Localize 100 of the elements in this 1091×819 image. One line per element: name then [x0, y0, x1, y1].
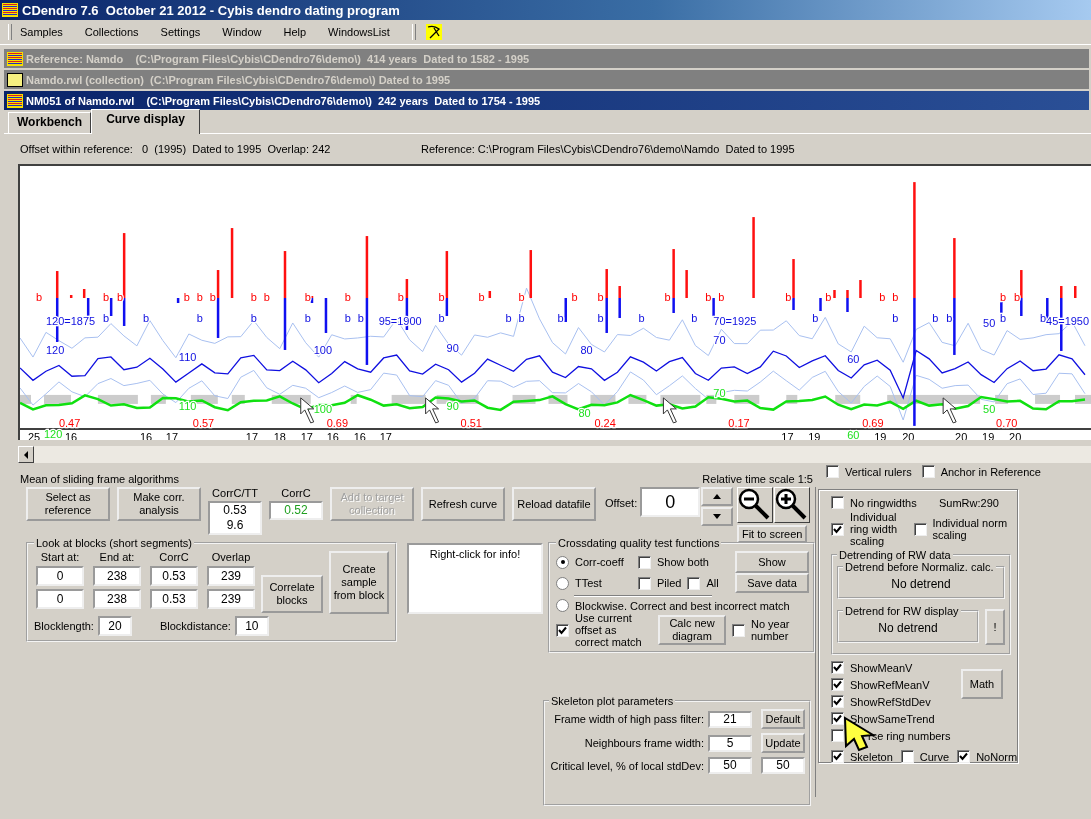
button[interactable]: Calc new diagram: [658, 615, 726, 645]
checkbox[interactable]: [831, 661, 844, 674]
button[interactable]: Save data: [735, 573, 809, 593]
left-arrow-icon: [23, 450, 29, 459]
toolbar-icon[interactable]: [425, 24, 442, 40]
input-field[interactable]: 5: [708, 734, 752, 752]
trend-value: 70: [713, 386, 726, 399]
input-field[interactable]: 0: [36, 589, 84, 609]
skeleton-mark: b: [691, 312, 698, 324]
zoom-out-button[interactable]: [737, 487, 774, 523]
checkbox[interactable]: [831, 695, 844, 708]
field-label: Blocklength:: [34, 620, 94, 632]
input-field[interactable]: 238: [93, 566, 141, 586]
button[interactable]: Math: [961, 669, 1003, 699]
skeleton-bar: [564, 298, 567, 322]
skeleton-bar: [819, 298, 822, 311]
input-field[interactable]: 238: [93, 589, 141, 609]
skeleton-mark: b: [518, 312, 525, 324]
input-field[interactable]: 20: [97, 616, 132, 636]
axis-label: 16: [326, 430, 339, 440]
skeleton-mark: b: [116, 291, 123, 303]
button[interactable]: Show: [735, 551, 809, 573]
button[interactable]: !: [985, 609, 1005, 645]
skeleton-mark: b: [142, 312, 149, 324]
checkbox[interactable]: [831, 750, 844, 763]
button[interactable]: Correlate blocks: [261, 575, 323, 613]
input-field[interactable]: 10: [234, 616, 269, 636]
checkbox[interactable]: [831, 712, 844, 725]
menu-item[interactable]: Samples: [20, 26, 63, 38]
radio-button[interactable]: [556, 576, 569, 590]
field-label: Blockdistance:: [159, 620, 231, 632]
axis-label: 19: [982, 430, 995, 440]
checkbox[interactable]: [638, 576, 651, 590]
column-header: Start at:: [40, 551, 80, 563]
menu-item[interactable]: Window: [222, 26, 262, 38]
button[interactable]: Select as reference: [26, 487, 110, 521]
spin-up-button[interactable]: [701, 487, 734, 506]
spin-down-button[interactable]: [701, 507, 734, 526]
skeleton-mark: b: [518, 291, 525, 303]
radio-button[interactable]: [556, 599, 569, 612]
skeleton-mark: b: [102, 291, 110, 303]
skeleton-mark: b: [344, 291, 351, 303]
button[interactable]: Default: [761, 709, 805, 729]
skeleton-bar: [712, 298, 715, 316]
axis-label: 17: [245, 430, 258, 440]
axis-label: 18: [273, 430, 286, 440]
tab[interactable]: Workbench: [8, 112, 92, 133]
skeleton-mark: b: [812, 312, 819, 324]
offset-field[interactable]: 0: [640, 487, 701, 517]
checkbox[interactable]: [831, 729, 844, 742]
detrend-value: No detrend: [877, 621, 939, 635]
readout-label: CorrC: [281, 487, 311, 501]
input-field[interactable]: 0.53: [150, 589, 198, 609]
checkbox[interactable]: [826, 465, 839, 478]
skeleton-mark: b: [1014, 291, 1021, 303]
group-title: Crossdating quality test functions: [557, 537, 721, 549]
skeleton-mark: b: [946, 312, 953, 324]
input-field[interactable]: 50: [708, 757, 752, 774]
group-title: Detrending of RW data: [838, 549, 952, 561]
checkbox[interactable]: [638, 555, 651, 569]
input-field[interactable]: 0.53: [150, 566, 198, 586]
skeleton-mark: b: [638, 312, 645, 324]
caption: Mean of sliding frame algorithms: [20, 473, 179, 485]
button[interactable]: Create sample from block: [329, 551, 389, 614]
checkbox[interactable]: [831, 522, 844, 536]
scroll-left-button[interactable]: [18, 446, 34, 463]
zoom-in-button[interactable]: [774, 487, 811, 523]
checkbox-label: Anchor in Reference: [940, 465, 1041, 478]
checkbox[interactable]: [687, 576, 701, 590]
radio-label: Corr-coeff: [575, 556, 624, 568]
checkbox[interactable]: [732, 623, 745, 637]
menu-item[interactable]: Settings: [160, 26, 201, 38]
checkbox[interactable]: [957, 750, 971, 763]
correlation-value: 0.24: [594, 416, 616, 429]
checkbox[interactable]: [831, 678, 844, 691]
menu-item[interactable]: Collections: [84, 26, 139, 38]
button[interactable]: Refresh curve: [421, 487, 505, 521]
checkbox[interactable]: [556, 623, 569, 637]
input-field[interactable]: 239: [207, 566, 255, 586]
skeleton-mark: b: [557, 312, 564, 324]
checkbox[interactable]: [913, 522, 927, 536]
skeleton-mark: b: [597, 291, 604, 303]
input-field[interactable]: 21: [708, 710, 752, 728]
button[interactable]: Fit to screen: [737, 525, 808, 543]
button[interactable]: Reload datafile: [512, 487, 596, 521]
document-title-bar[interactable]: NM051 of Namdo.rwl (C:\Program Files\Cybis\CDendro76\demo\) 242 years Dated to 1754 - 1995: [4, 91, 1089, 110]
skeleton-bar: [176, 298, 180, 303]
menu-item[interactable]: Help: [283, 26, 307, 38]
checkbox[interactable]: [900, 750, 914, 763]
checkbox[interactable]: [831, 496, 844, 509]
radio-button[interactable]: [556, 555, 569, 569]
input-field[interactable]: 239: [207, 589, 255, 609]
menu-item[interactable]: WindowsList: [328, 26, 390, 38]
checkbox[interactable]: [921, 465, 935, 478]
input-field[interactable]: 50: [761, 757, 805, 774]
tab[interactable]: Curve display: [91, 109, 200, 134]
skeleton-mark: b: [344, 312, 351, 324]
button[interactable]: Update: [761, 733, 805, 753]
button[interactable]: Make corr. analysis: [117, 487, 201, 521]
input-field[interactable]: 0: [36, 566, 84, 586]
